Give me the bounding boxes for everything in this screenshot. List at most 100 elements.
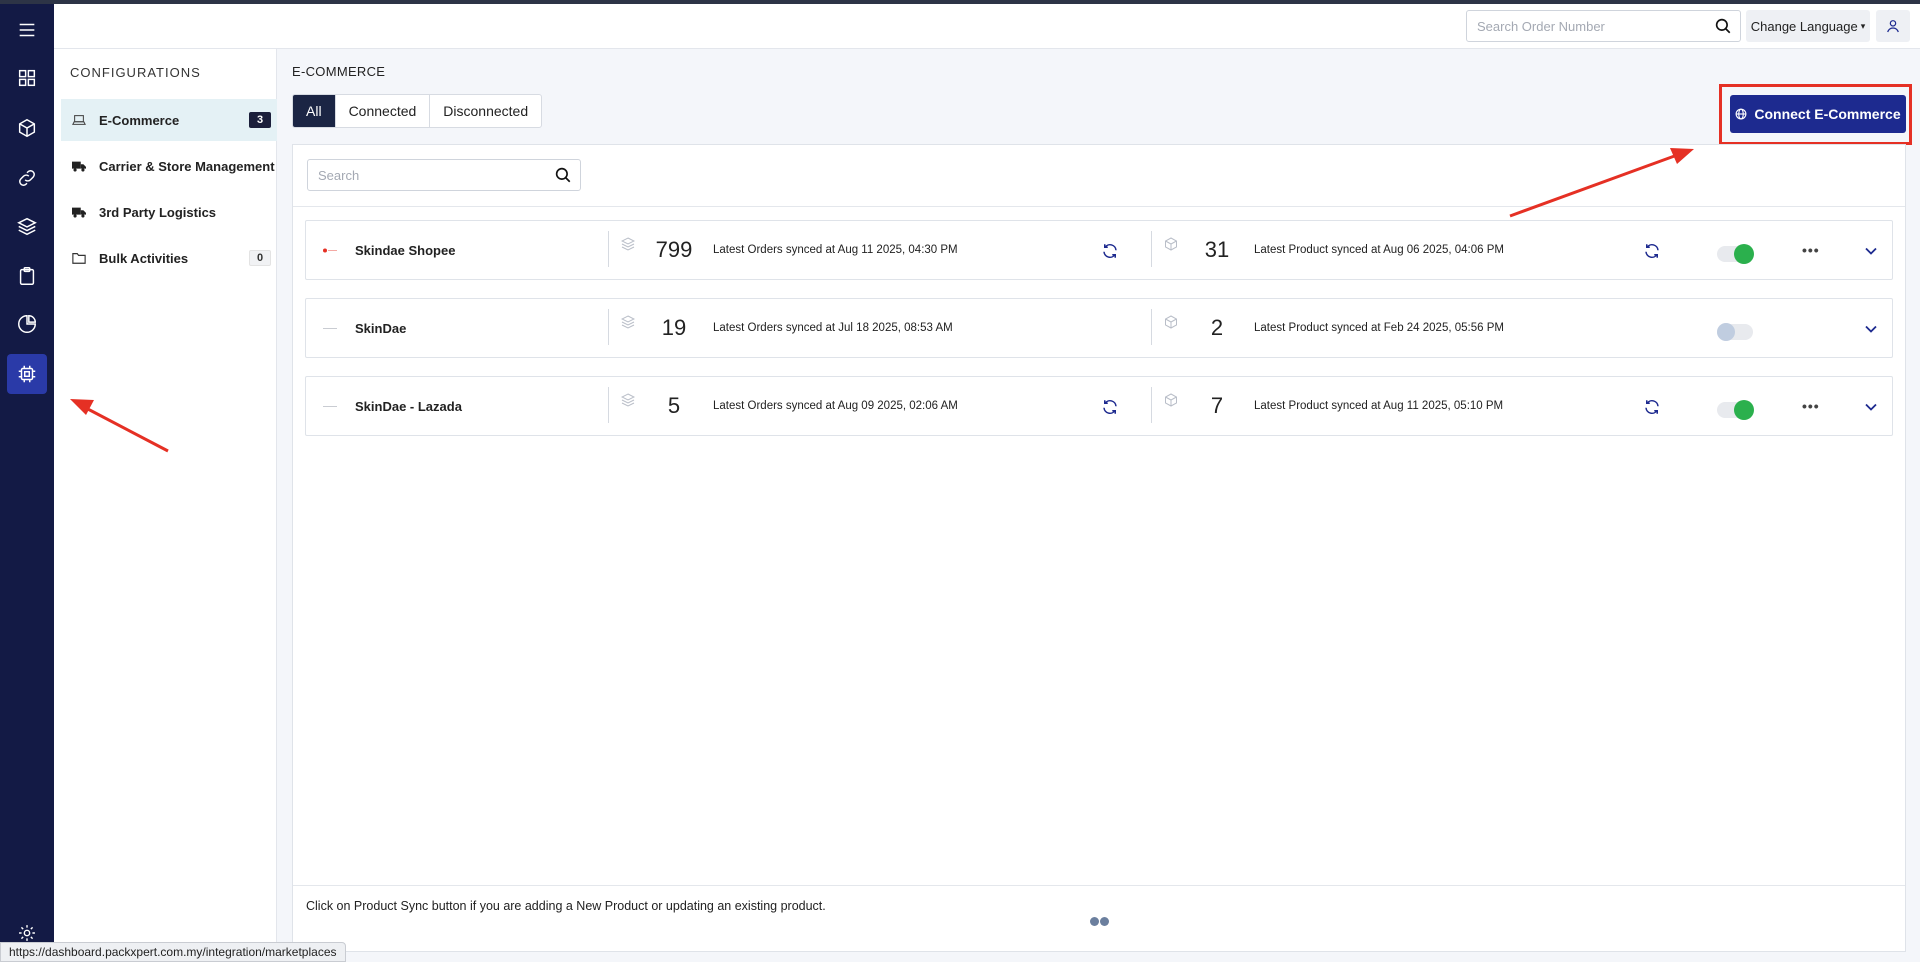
loading-indicator [1090, 917, 1109, 926]
config-item-label: Bulk Activities [99, 250, 189, 266]
config-item-label: 3rd Party Logistics [99, 204, 217, 220]
store-name: SkinDae - Lazada [355, 399, 462, 414]
orders-count: 5 [667, 393, 681, 418]
refresh-products-icon[interactable] [1643, 398, 1661, 416]
truck-icon [72, 159, 86, 173]
tab-connected[interactable]: Connected [336, 95, 431, 127]
orders-sync-text: Latest Orders synced at Aug 09 2025, 02:… [713, 400, 958, 412]
divider [1151, 387, 1152, 423]
settings-icon[interactable] [17, 923, 37, 943]
page-title: E-COMMERCE [292, 64, 386, 79]
store-row: SkinDae 19 Latest Orders synced at Jul 1… [305, 298, 1893, 358]
divider [608, 309, 609, 345]
more-options-icon[interactable]: ••• [1802, 398, 1819, 414]
config-item-bulk-activities[interactable]: Bulk Activities 0 [61, 237, 277, 279]
count-badge: 3 [249, 112, 271, 128]
config-item-label: Carrier & Store Management [99, 158, 275, 174]
refresh-orders-icon[interactable] [1101, 398, 1119, 416]
layers-icon [621, 393, 635, 407]
enable-toggle[interactable] [1717, 323, 1753, 341]
search-icon[interactable] [1714, 17, 1732, 35]
refresh-products-icon[interactable] [1643, 242, 1661, 260]
caret-down-icon: ▾ [1860, 20, 1866, 31]
dashboard-icon[interactable] [7, 58, 47, 98]
store-logo [323, 248, 337, 253]
store-name: Skindae Shopee [355, 243, 456, 258]
divider [608, 387, 609, 423]
globe-icon [1735, 108, 1747, 120]
toggle-knob [1734, 244, 1754, 264]
toggle-knob [1717, 323, 1735, 341]
change-language-dropdown[interactable]: Change Language ▾ [1746, 10, 1870, 42]
user-button[interactable] [1876, 10, 1910, 42]
change-language-label: Change Language [1750, 18, 1858, 34]
marketplace-panel: Skindae Shopee 799 Latest Orders synced … [292, 144, 1906, 952]
products-count: 7 [1210, 393, 1224, 418]
chevron-down-icon[interactable] [1864, 244, 1878, 258]
connect-e-commerce-label: Connect E-Commerce [1754, 106, 1901, 122]
box-icon[interactable] [7, 108, 47, 148]
marketplace-search [307, 159, 581, 191]
pie-chart-icon[interactable] [7, 304, 47, 344]
divider [1151, 231, 1152, 267]
config-item-label: E-Commerce [99, 112, 180, 128]
menu-icon[interactable] [7, 10, 47, 50]
more-options-icon[interactable]: ••• [1802, 242, 1819, 258]
divider [1151, 309, 1152, 345]
cube-icon [1165, 237, 1177, 251]
configurations-sidebar: CONFIGURATIONS E-Commerce 3 Carrier & St… [54, 49, 277, 962]
products-count: 2 [1210, 315, 1224, 340]
divider [293, 885, 1905, 886]
store-logo [323, 406, 337, 407]
product-sync-hint: Click on Product Sync button if you are … [306, 899, 826, 913]
chevron-down-icon[interactable] [1864, 322, 1878, 336]
divider [293, 206, 1905, 207]
link-icon[interactable] [7, 158, 47, 198]
store-row: Skindae Shopee 799 Latest Orders synced … [305, 220, 1893, 280]
refresh-orders-icon[interactable] [1101, 242, 1119, 260]
orders-count: 19 [661, 315, 687, 340]
store-logo [323, 328, 337, 329]
enable-toggle[interactable] [1717, 400, 1754, 420]
cube-icon [1165, 393, 1177, 407]
marketplace-search-input[interactable] [308, 160, 538, 190]
layers-icon [621, 315, 635, 329]
products-sync-text: Latest Product synced at Aug 11 2025, 05… [1254, 400, 1504, 412]
enable-toggle[interactable] [1717, 244, 1754, 264]
products-count: 31 [1204, 237, 1230, 262]
order-search-input[interactable] [1467, 11, 1702, 41]
truck-icon [72, 205, 86, 219]
config-item-carrier-store[interactable]: Carrier & Store Management [61, 145, 277, 187]
orders-sync-text: Latest Orders synced at Aug 11 2025, 04:… [713, 244, 958, 256]
search-icon[interactable] [554, 166, 572, 184]
icon-rail [0, 4, 54, 962]
filter-tabs: All Connected Disconnected [292, 94, 543, 128]
count-badge: 0 [249, 250, 271, 266]
user-icon [1887, 20, 1899, 33]
orders-count: 799 [655, 237, 693, 262]
tab-disconnected[interactable]: Disconnected [430, 95, 541, 127]
store-row: SkinDae - Lazada 5 Latest Orders synced … [305, 376, 1893, 436]
link-preview-status: https://dashboard.packxpert.com.my/integ… [0, 942, 346, 962]
layers-icon[interactable] [7, 206, 47, 246]
config-item-3pl[interactable]: 3rd Party Logistics [61, 191, 277, 233]
top-header: Change Language ▾ [54, 4, 1920, 49]
laptop-icon [72, 113, 86, 127]
store-name: SkinDae [355, 321, 407, 336]
products-sync-text: Latest Product synced at Aug 06 2025, 04… [1254, 244, 1504, 256]
cube-icon [1165, 315, 1177, 329]
products-sync-text: Latest Product synced at Feb 24 2025, 05… [1254, 322, 1504, 334]
layers-icon [621, 237, 635, 251]
order-search [1466, 10, 1741, 42]
clipboard-icon[interactable] [7, 256, 47, 296]
tab-all[interactable]: All [293, 95, 336, 127]
orders-sync-text: Latest Orders synced at Jul 18 2025, 08:… [713, 322, 953, 334]
folder-icon [72, 251, 86, 265]
toggle-knob [1734, 400, 1754, 420]
chip-icon[interactable] [7, 354, 47, 394]
config-item-e-commerce[interactable]: E-Commerce 3 [61, 99, 277, 141]
configurations-title: CONFIGURATIONS [70, 65, 201, 80]
chevron-down-icon[interactable] [1864, 400, 1878, 414]
connect-e-commerce-button[interactable]: Connect E-Commerce [1730, 95, 1906, 133]
divider [608, 231, 609, 267]
